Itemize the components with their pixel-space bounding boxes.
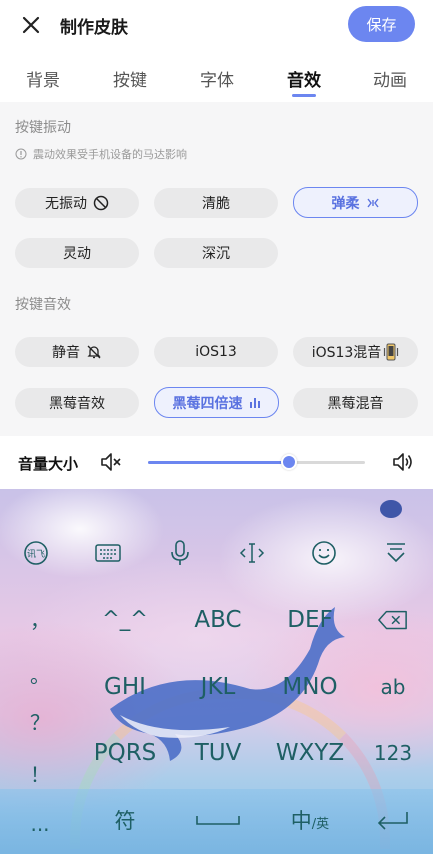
vibration-option-label: 灵动 bbox=[63, 246, 91, 262]
volume-row: 音量大小 bbox=[0, 437, 433, 489]
sound-option-blackberry-mix[interactable]: 黑莓混音 bbox=[293, 388, 418, 418]
whale-illustration bbox=[110, 607, 345, 761]
microphone-icon[interactable] bbox=[165, 538, 195, 568]
sound-option-ios13[interactable]: iOS13 bbox=[154, 337, 278, 367]
key-abc[interactable]: ABC bbox=[194, 607, 241, 633]
volume-label: 音量大小 bbox=[18, 455, 79, 473]
punct-key-exclaim[interactable]: ！ bbox=[30, 759, 50, 788]
volume-slider-thumb[interactable] bbox=[281, 454, 298, 470]
key-ghi[interactable]: GHI bbox=[104, 674, 146, 700]
sound-option-blackberry[interactable]: 黑莓音效 bbox=[15, 388, 139, 418]
key-numbers[interactable]: 123 bbox=[374, 741, 412, 765]
vibration-option-none[interactable]: 无振动 bbox=[15, 188, 139, 218]
vibration-option-label: 深沉 bbox=[202, 246, 230, 262]
close-icon bbox=[22, 16, 40, 34]
sound-section-title: 按键音效 bbox=[15, 297, 71, 313]
vibration-option-crisp[interactable]: 清脆 bbox=[154, 188, 278, 218]
tab-animation[interactable]: 动画 bbox=[373, 66, 407, 91]
sound-option-label: 黑莓混音 bbox=[327, 396, 384, 412]
collapse-keyboard-icon[interactable] bbox=[381, 538, 411, 568]
key-def[interactable]: DEF bbox=[287, 607, 332, 633]
backspace-icon[interactable] bbox=[378, 605, 408, 635]
ifly-icon[interactable]: 讯飞 bbox=[21, 538, 51, 568]
phone-vibrate-icon bbox=[384, 343, 399, 361]
vibration-hint-text: 震动效果受手机设备的马达影响 bbox=[33, 148, 187, 161]
key-jkl[interactable]: JKL bbox=[201, 674, 236, 700]
key-wxyz[interactable]: WXYZ bbox=[276, 740, 344, 766]
bars-icon bbox=[249, 397, 260, 408]
sound-option-label: iOS13 bbox=[195, 344, 237, 360]
vibrate-icon bbox=[366, 198, 379, 207]
vibration-hint: 震动效果受手机设备的马达影响 bbox=[15, 146, 187, 162]
vibration-section-title: 按键振动 bbox=[15, 120, 71, 136]
key-english-ab[interactable]: ab bbox=[381, 675, 406, 699]
active-tab-indicator bbox=[292, 94, 316, 97]
tab-bar: 背景 按键 字体 音效 动画 bbox=[0, 54, 433, 102]
key-mno[interactable]: MNO bbox=[282, 674, 337, 700]
bell-off-icon bbox=[87, 345, 101, 359]
page-title: 制作皮肤 bbox=[60, 18, 128, 38]
punct-key-more[interactable]: ... bbox=[30, 812, 49, 836]
punct-key-comma[interactable]: ， bbox=[30, 605, 50, 634]
key-symbols[interactable]: 符 bbox=[115, 805, 136, 835]
volume-up-icon[interactable] bbox=[392, 452, 414, 472]
language-main-label: 中 bbox=[290, 809, 312, 833]
keyboard-preview: 讯飞 ， 。 ？ ！ ... ^_^ ABC DEF GHI JKL MNO P… bbox=[0, 489, 433, 854]
key-emoticon[interactable]: ^_^ bbox=[102, 607, 148, 631]
key-pqrs[interactable]: PQRS bbox=[94, 740, 157, 766]
sound-option-label: 黑莓四倍速 bbox=[172, 395, 243, 412]
vibration-option-soft[interactable]: 弹柔 bbox=[293, 187, 418, 218]
emoji-icon[interactable] bbox=[309, 538, 339, 568]
key-tuv[interactable]: TUV bbox=[195, 740, 242, 766]
sound-option-blackberry-4x[interactable]: 黑莓四倍速 bbox=[154, 387, 279, 418]
cursor-move-icon[interactable] bbox=[237, 538, 267, 568]
keyboard-icon[interactable] bbox=[93, 538, 123, 568]
close-button[interactable] bbox=[18, 12, 44, 38]
tab-keys[interactable]: 按键 bbox=[113, 66, 147, 91]
svg-text:讯飞: 讯飞 bbox=[27, 549, 45, 560]
sound-option-ios13-mix[interactable]: iOS13混音 bbox=[293, 337, 418, 367]
volume-slider[interactable] bbox=[148, 454, 365, 470]
no-entry-icon bbox=[93, 195, 109, 211]
volume-slider-fill bbox=[148, 461, 290, 464]
info-icon bbox=[15, 148, 27, 160]
sound-option-label: 静音 bbox=[52, 345, 80, 361]
save-button[interactable]: 保存 bbox=[348, 6, 415, 42]
sound-option-label: 黑莓音效 bbox=[49, 396, 105, 412]
vibration-option-deep[interactable]: 深沉 bbox=[154, 238, 278, 268]
vibration-option-label: 弹柔 bbox=[331, 195, 360, 212]
punct-key-period[interactable]: 。 bbox=[30, 660, 50, 689]
tab-sound[interactable]: 音效 bbox=[287, 66, 321, 91]
punct-key-question[interactable]: ？ bbox=[30, 707, 50, 736]
top-bar: 制作皮肤 保存 bbox=[0, 0, 433, 50]
vibration-option-label: 清脆 bbox=[202, 196, 230, 212]
vibration-option-label: 无振动 bbox=[45, 196, 87, 212]
sound-option-label: iOS13混音 bbox=[311, 345, 382, 361]
tab-background[interactable]: 背景 bbox=[26, 66, 60, 91]
space-bar-icon[interactable] bbox=[193, 805, 243, 835]
enter-icon[interactable] bbox=[375, 805, 411, 835]
sound-option-mute[interactable]: 静音 bbox=[15, 337, 139, 367]
avatar bbox=[380, 500, 402, 518]
tab-font[interactable]: 字体 bbox=[200, 66, 234, 91]
language-sub-label: /英 bbox=[311, 817, 330, 832]
volume-mute-icon[interactable] bbox=[100, 452, 122, 472]
vibration-option-lively[interactable]: 灵动 bbox=[15, 238, 139, 268]
key-language-switch[interactable]: 中/英 bbox=[291, 805, 329, 835]
